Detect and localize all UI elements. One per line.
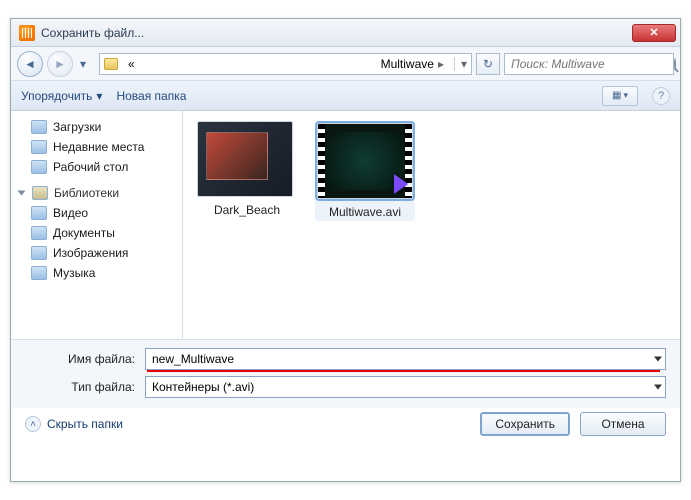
sidebar-item-downloads[interactable]: Загрузки	[15, 117, 178, 137]
filmstrip-icon	[318, 124, 325, 198]
sidebar-item-label: Документы	[53, 226, 115, 240]
sidebar-header-label: Библиотеки	[54, 186, 119, 200]
collapse-icon: ˄	[25, 416, 41, 432]
sidebar-item-label: Загрузки	[53, 120, 101, 134]
sidebar-item-label: Изображения	[53, 246, 128, 260]
chevron-down-icon[interactable]: ▾	[461, 57, 467, 71]
sidebar-item-video[interactable]: Видео	[15, 203, 178, 223]
titlebar: Сохранить файл... ✕	[11, 19, 680, 47]
sidebar-item-music[interactable]: Музыка	[15, 263, 178, 283]
navigation-pane: Загрузки Недавние места Рабочий стол Биб…	[11, 111, 183, 339]
recent-icon	[31, 140, 47, 154]
close-icon: ✕	[649, 26, 658, 39]
search-box[interactable]	[504, 53, 674, 75]
cancel-button[interactable]: Отмена	[580, 412, 666, 436]
play-icon	[394, 174, 408, 194]
search-input[interactable]	[511, 57, 668, 71]
organize-menu[interactable]: Упорядочить ▾	[21, 89, 102, 103]
save-button[interactable]: Сохранить	[480, 412, 570, 436]
nav-toolbar: ◄ ► ▾ « Multiwave ▸ ▾ ↻	[11, 47, 680, 81]
address-bar[interactable]: « Multiwave ▸ ▾	[99, 53, 472, 75]
chevron-down-icon: ▾	[96, 89, 102, 103]
highlight-underline	[147, 370, 660, 372]
save-dialog-window: Сохранить файл... ✕ ◄ ► ▾ « Multiwave ▸	[10, 18, 681, 482]
item-label: Dark_Beach	[197, 203, 297, 217]
libraries-icon	[32, 186, 48, 200]
chevron-down-icon: ▾	[623, 90, 628, 101]
folder-icon	[104, 58, 118, 70]
music-library-icon	[31, 266, 47, 280]
arrow-right-icon: ►	[54, 57, 66, 71]
window-title: Сохранить файл...	[41, 26, 144, 40]
help-button[interactable]: ?	[652, 87, 670, 105]
filetype-label: Тип файла:	[25, 380, 135, 394]
explorer-toolbar: Упорядочить ▾ Новая папка ▦ ▾ ?	[11, 81, 680, 111]
desktop-icon	[31, 160, 47, 174]
chevron-down-icon: ▾	[80, 57, 86, 71]
breadcrumb-current[interactable]: Multiwave ▸	[377, 54, 448, 74]
sidebar-item-pictures[interactable]: Изображения	[15, 243, 178, 263]
sidebar-item-label: Рабочий стол	[53, 160, 128, 174]
view-icon: ▦	[612, 90, 621, 101]
back-button[interactable]: ◄	[17, 51, 43, 77]
sidebar-item-recent[interactable]: Недавние места	[15, 137, 178, 157]
breadcrumb-back[interactable]: «	[124, 54, 139, 74]
expand-icon	[18, 191, 26, 196]
item-label: Multiwave.avi	[317, 205, 413, 219]
sidebar-item-desktop[interactable]: Рабочий стол	[15, 157, 178, 177]
sidebar-item-label: Музыка	[53, 266, 95, 280]
pictures-library-icon	[31, 246, 47, 260]
list-item[interactable]: Multiwave.avi	[315, 121, 415, 221]
chevron-right-icon: ▸	[438, 57, 444, 71]
sidebar-item-label: Видео	[53, 206, 88, 220]
nav-history-dropdown[interactable]: ▾	[77, 51, 89, 77]
save-fields-panel: Имя файла: Тип файла:	[11, 339, 680, 408]
arrow-left-icon: ◄	[24, 57, 36, 71]
sidebar-item-label: Недавние места	[53, 140, 144, 154]
body-area: Загрузки Недавние места Рабочий стол Биб…	[11, 111, 680, 339]
file-list[interactable]: Dark_Beach Multiwave.avi	[183, 111, 680, 339]
refresh-icon: ↻	[483, 57, 493, 71]
folder-thumbnail	[197, 121, 293, 197]
video-library-icon	[31, 206, 47, 220]
new-folder-button[interactable]: Новая папка	[116, 89, 186, 103]
filetype-select[interactable]	[145, 376, 666, 398]
sidebar-item-documents[interactable]: Документы	[15, 223, 178, 243]
documents-library-icon	[31, 226, 47, 240]
list-item[interactable]: Dark_Beach	[197, 121, 297, 217]
close-button[interactable]: ✕	[632, 24, 676, 42]
refresh-button[interactable]: ↻	[476, 53, 500, 75]
hide-folders-link[interactable]: ˄ Скрыть папки	[25, 416, 123, 432]
search-icon	[674, 58, 676, 70]
vlc-cone-icon	[19, 25, 35, 41]
filename-input[interactable]	[145, 348, 666, 370]
video-thumbnail	[317, 123, 413, 199]
dialog-footer: ˄ Скрыть папки Сохранить Отмена	[11, 408, 680, 438]
filename-label: Имя файла:	[25, 352, 135, 366]
sidebar-header-libraries[interactable]: Библиотеки	[15, 183, 178, 203]
forward-button[interactable]: ►	[47, 51, 73, 77]
view-options-button[interactable]: ▦ ▾	[602, 86, 638, 106]
downloads-icon	[31, 120, 47, 134]
